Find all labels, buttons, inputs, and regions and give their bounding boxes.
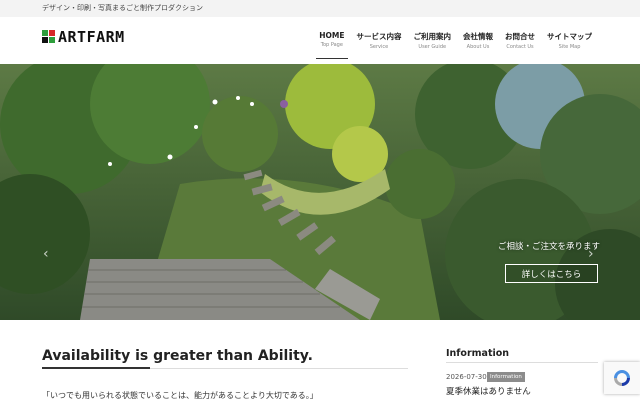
nav-item-sublabel: User Guide xyxy=(418,44,447,50)
nav-item-label: サイトマップ xyxy=(547,32,592,41)
logo-mark-icon xyxy=(42,30,56,44)
logo-text: ARTFARM xyxy=(58,28,125,46)
nav-item-label: お問合せ xyxy=(505,32,535,41)
global-nav: HOME Top Page サービス内容 Service ご利用案内 User … xyxy=(307,31,592,59)
nav-item-label: 会社情報 xyxy=(463,32,493,41)
site-header: ARTFARM HOME Top Page サービス内容 Service ご利用… xyxy=(0,17,640,64)
details-button[interactable]: 詳しくはこちら xyxy=(505,264,598,283)
recaptcha-badge[interactable] xyxy=(604,362,640,394)
chevron-left-icon[interactable]: ‹ xyxy=(43,247,49,261)
info-heading: Information xyxy=(446,348,510,359)
hero-slider: ‹ › ご相談・ご注文を承ります 詳しくはこちら xyxy=(0,64,640,320)
nav-item-contact-us[interactable]: お問合せ Contact Us xyxy=(505,31,535,59)
nav-item-user-guide[interactable]: ご利用案内 User Guide xyxy=(414,31,452,59)
news-category-badge: Information xyxy=(487,372,525,382)
intro-quote: 「いつでも用いられる状態でいることは、能力があることより大切である。」 xyxy=(42,391,318,400)
nav-item-sublabel: Top Page xyxy=(320,42,343,48)
section-heading: Availability is greater than Ability. xyxy=(42,348,313,364)
nav-item-label: HOME xyxy=(319,31,345,40)
nav-item-site-map[interactable]: サイトマップ Site Map xyxy=(547,31,592,59)
nav-item-sublabel: About Us xyxy=(466,44,490,50)
news-title-link[interactable]: 夏季休業はありません xyxy=(446,385,531,397)
news-date: 2026-07-30 xyxy=(446,373,487,381)
hero-caption: ご相談・ご注文を承ります xyxy=(498,242,601,252)
nav-item-label: ご利用案内 xyxy=(413,32,452,41)
nav-item-service[interactable]: サービス内容 Service xyxy=(357,31,402,59)
top-bar: デザイン・印刷・写真まるごと制作プロダクション xyxy=(0,0,640,17)
recaptcha-icon xyxy=(614,370,630,386)
nav-item-sublabel: Site Map xyxy=(558,44,581,50)
nav-item-home[interactable]: HOME Top Page xyxy=(316,31,348,59)
site-logo[interactable]: ARTFARM xyxy=(42,29,125,45)
nav-item-about-us[interactable]: 会社情報 About Us xyxy=(463,31,493,59)
site-tagline: デザイン・印刷・写真まるごと制作プロダクション xyxy=(42,4,203,12)
nav-item-sublabel: Service xyxy=(369,44,389,50)
nav-item-label: サービス内容 xyxy=(356,32,402,41)
info-divider xyxy=(446,362,598,363)
heading-accent-line xyxy=(42,367,150,369)
nav-item-sublabel: Contact Us xyxy=(506,44,534,50)
